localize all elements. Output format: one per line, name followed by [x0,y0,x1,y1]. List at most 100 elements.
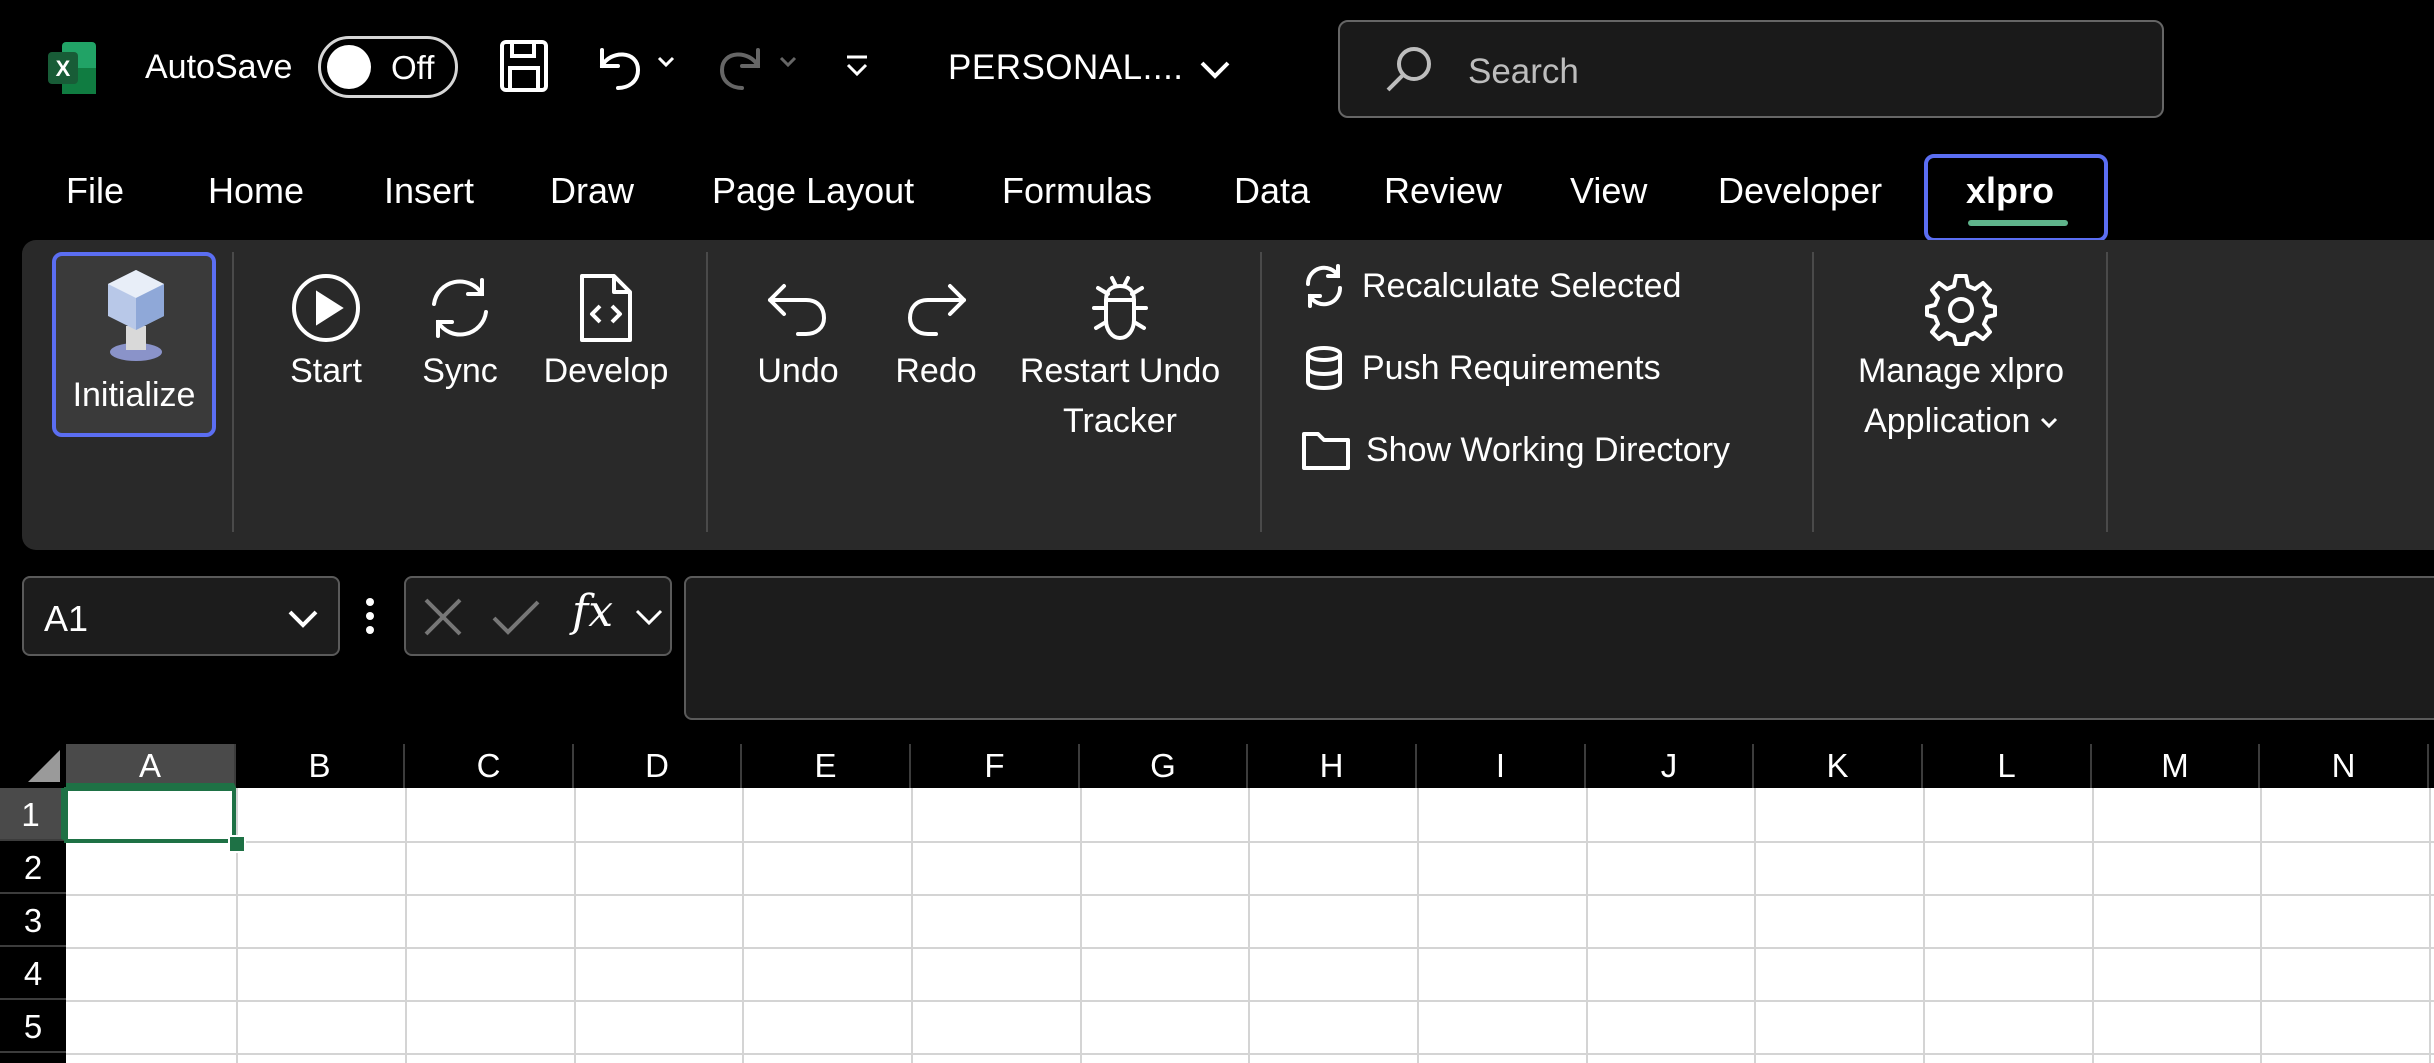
tab-review[interactable]: Review [1384,170,1502,212]
grid-line [911,788,913,1063]
tab-xlpro[interactable]: xlpro [1966,170,2054,212]
grid-line [2092,788,2094,1063]
redo-icon [712,36,772,96]
ribbon-separator [1812,252,1814,532]
excel-logo-icon: X [46,40,98,96]
column-header-c[interactable]: C [405,744,574,788]
confirm-check-icon[interactable] [490,594,542,640]
undo-dropdown-chevron-icon[interactable] [656,52,676,72]
column-header-d[interactable]: D [574,744,742,788]
undo-arrow-icon [748,270,848,346]
tab-page-layout[interactable]: Page Layout [712,170,914,212]
undo-icon[interactable] [588,36,648,96]
customize-quick-access-icon[interactable] [842,52,872,82]
worksheet-cells[interactable] [66,788,2434,1063]
manage-label-line2-row: Application [1836,396,2086,446]
column-header-e[interactable]: E [742,744,911,788]
tab-formulas[interactable]: Formulas [1002,170,1152,212]
play-circle-icon [276,270,376,346]
name-box-chevron-icon[interactable] [286,608,320,630]
ribbon-separator [2106,252,2108,532]
develop-button[interactable]: Develop [536,270,676,396]
name-box[interactable]: A1 [22,576,340,656]
grid-line [236,788,238,1063]
row-header-5[interactable]: 5 [0,1000,66,1053]
search-icon [1380,40,1440,100]
show-working-directory-button[interactable]: Show Working Directory [1300,426,1730,474]
code-file-icon [536,270,676,346]
grid-line [2260,788,2262,1063]
manage-label-line1: Manage xlpro [1857,352,2064,390]
grid-line [2429,788,2431,1063]
restart-undo-tracker-button[interactable]: Restart Undo Tracker [1010,270,1230,446]
tab-home[interactable]: Home [208,170,304,212]
column-header-f[interactable]: F [911,744,1080,788]
grid-line [1080,788,1082,1063]
redo-label: Redo [895,352,977,390]
ribbon-separator [232,252,234,532]
manage-xlpro-application-button[interactable]: Manage xlpro Application [1836,270,2086,446]
column-header-l[interactable]: L [1923,744,2092,788]
search-box[interactable]: Search [1338,20,2164,118]
grid-line [66,947,2434,949]
cancel-x-icon[interactable] [420,594,466,640]
initialize-button[interactable]: Initialize [52,252,216,437]
ribbon-undo-button[interactable]: Undo [748,270,848,396]
ribbon-separator [706,252,708,532]
grid-line [405,788,407,1063]
tab-developer[interactable]: Developer [1718,170,1882,212]
row-header-1[interactable]: 1 [0,788,66,841]
autosave-toggle[interactable]: Off [318,36,458,98]
column-header-j[interactable]: J [1586,744,1754,788]
grid-line [1586,788,1588,1063]
file-title[interactable]: PERSONAL.... [948,48,1184,88]
push-requirements-button[interactable]: Push Requirements [1300,344,1661,392]
start-button[interactable]: Start [276,270,376,396]
fx-chevron-icon[interactable] [634,608,664,628]
select-all-corner-icon[interactable] [24,748,62,784]
title-chevron-down-icon[interactable] [1198,58,1232,82]
insert-function-fx-button[interactable]: fx [572,586,613,637]
column-header-h[interactable]: H [1248,744,1417,788]
tab-file[interactable]: File [66,170,124,212]
save-icon[interactable] [496,36,552,96]
formula-bar-more-icon[interactable] [364,596,376,636]
restart-label-line1: Restart Undo [1019,352,1221,390]
column-header-a[interactable]: A [66,744,236,788]
row-header-2[interactable]: 2 [0,841,66,894]
tab-draw[interactable]: Draw [550,170,634,212]
formula-input[interactable] [684,576,2434,720]
show-working-directory-label: Show Working Directory [1366,430,1731,469]
column-header-b[interactable]: B [236,744,405,788]
row-header-4[interactable]: 4 [0,947,66,1000]
ribbon-separator [1260,252,1262,532]
column-header-m[interactable]: M [2092,744,2260,788]
active-cell-a1[interactable] [64,787,236,843]
grid-line [1754,788,1756,1063]
push-requirements-label: Push Requirements [1362,348,1661,387]
search-placeholder: Search [1468,52,1579,91]
sync-button[interactable]: Sync [410,270,510,396]
recalculate-selected-button[interactable]: Recalculate Selected [1300,262,1681,310]
column-header-g[interactable]: G [1080,744,1248,788]
undo-label: Undo [757,352,839,390]
autosave-state: Off [391,49,435,86]
grid-line [1923,788,1925,1063]
grid-line [1248,788,1250,1063]
formula-actions: fx [404,576,672,656]
grid-line [66,1000,2434,1002]
column-header-n[interactable]: N [2260,744,2429,788]
column-header-k[interactable]: K [1754,744,1923,788]
gear-icon [1836,270,2086,346]
ribbon-redo-button[interactable]: Redo [886,270,986,396]
grid-line [66,841,2434,843]
tab-insert[interactable]: Insert [384,170,474,212]
recalculate-icon [1300,262,1348,310]
column-header-i[interactable]: I [1417,744,1586,788]
grid-line [66,894,2434,896]
row-header-3[interactable]: 3 [0,894,66,947]
grid-line [742,788,744,1063]
tab-data[interactable]: Data [1234,170,1310,212]
tab-view[interactable]: View [1570,170,1647,212]
fill-handle[interactable] [228,835,246,853]
